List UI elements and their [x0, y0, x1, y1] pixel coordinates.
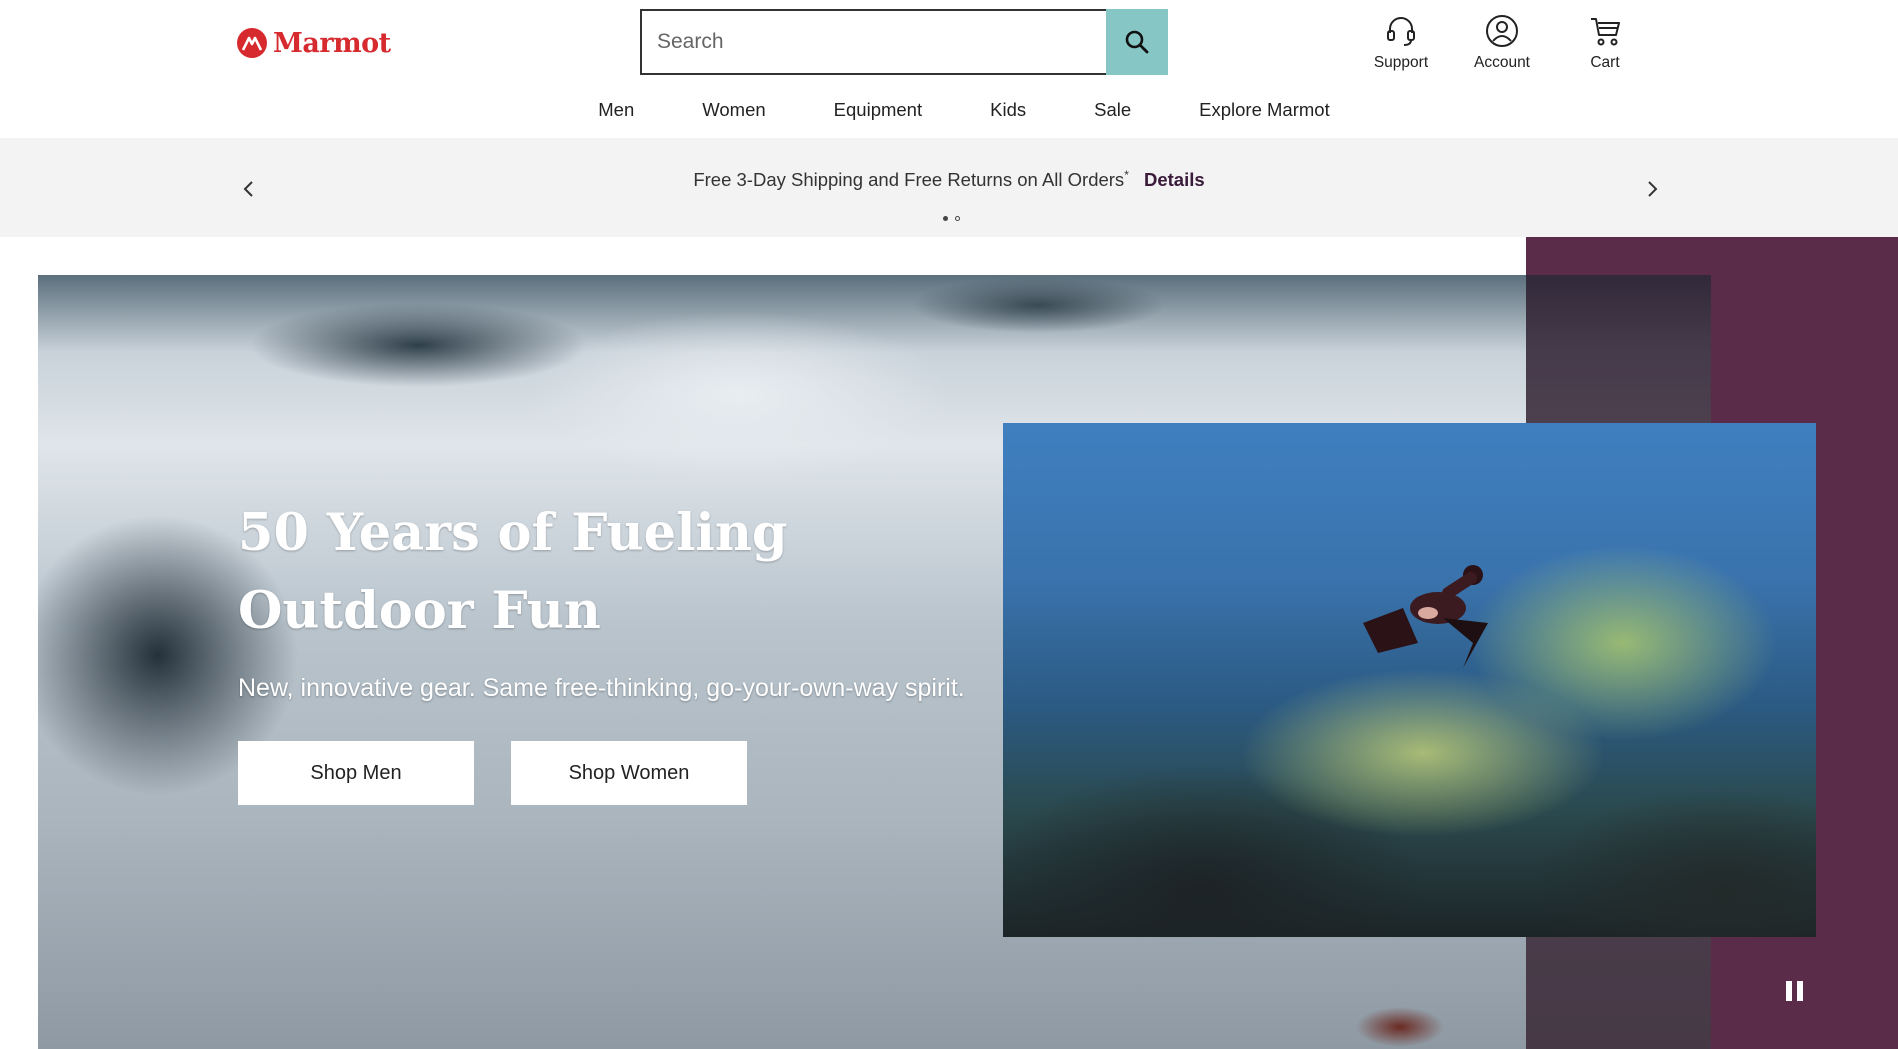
nav-item-equipment[interactable]: Equipment: [800, 99, 956, 121]
headset-icon: [1384, 14, 1418, 48]
account-link[interactable]: Account: [1457, 14, 1547, 72]
promo-dot[interactable]: [954, 216, 960, 221]
hero-section: 50 Years of Fueling Outdoor Fun New, inn…: [0, 237, 1898, 1049]
hero-title: 50 Years of Fueling Outdoor Fun: [238, 494, 998, 650]
hero-underwater-video[interactable]: [1003, 423, 1816, 937]
hero-cta-group: Shop Men Shop Women: [238, 741, 747, 805]
pause-button[interactable]: [1786, 981, 1806, 1001]
nav-item-women[interactable]: Women: [668, 99, 799, 121]
promo-text: Free 3-Day Shipping and Free Returns on …: [693, 169, 1125, 191]
account-label: Account: [1473, 54, 1530, 71]
nav-item-sale[interactable]: Sale: [1060, 99, 1165, 121]
search-bar: [640, 9, 1168, 75]
promo-banner: Free 3-Day Shipping and Free Returns on …: [0, 138, 1898, 237]
nav-item-kids[interactable]: Kids: [956, 99, 1060, 121]
nav-item-explore-marmot[interactable]: Explore Marmot: [1165, 99, 1364, 121]
pause-icon-bar: [1797, 981, 1803, 1001]
marmot-logo-icon: [237, 28, 267, 58]
hero-title-line-2: Outdoor Fun: [238, 581, 601, 641]
cart-link[interactable]: Cart: [1560, 14, 1650, 72]
cart-icon: [1588, 14, 1622, 48]
promo-next-button[interactable]: [1642, 178, 1664, 200]
chevron-right-icon: [1648, 181, 1658, 197]
search-icon: [1125, 30, 1149, 54]
main-nav: Men Women Equipment Kids Sale Explore Ma…: [0, 99, 1898, 121]
user-circle-icon: [1485, 14, 1519, 48]
diver-figure: [1363, 565, 1488, 668]
marmot-logo-text: Marmot: [273, 27, 391, 59]
pause-icon: [1786, 981, 1792, 1001]
promo-pagination: [2, 216, 1898, 221]
cart-label: Cart: [1590, 54, 1620, 71]
hero-copy: 50 Years of Fueling Outdoor Fun New, inn…: [238, 494, 998, 708]
support-link[interactable]: Support: [1356, 14, 1446, 72]
promo-details-link[interactable]: Details: [1144, 169, 1205, 190]
support-label: Support: [1373, 54, 1429, 71]
search-button[interactable]: [1106, 9, 1168, 75]
hero-image-detail: [1345, 999, 1455, 1049]
promo-message: Free 3-Day Shipping and Free Returns on …: [0, 168, 1898, 191]
site-header: Marmot Support: [0, 0, 1898, 138]
hero-subtitle: New, innovative gear. Same free-thinking…: [238, 674, 965, 702]
search-input[interactable]: [640, 9, 1106, 75]
shop-women-button[interactable]: Shop Women: [511, 741, 747, 805]
nav-item-men[interactable]: Men: [564, 99, 668, 121]
promo-dot-active[interactable]: [942, 216, 948, 221]
hero-title-line-1: 50 Years of Fueling: [238, 503, 788, 563]
marmot-logo[interactable]: Marmot: [237, 27, 391, 59]
shop-men-button[interactable]: Shop Men: [238, 741, 474, 805]
promo-asterisk: *: [1124, 168, 1129, 182]
